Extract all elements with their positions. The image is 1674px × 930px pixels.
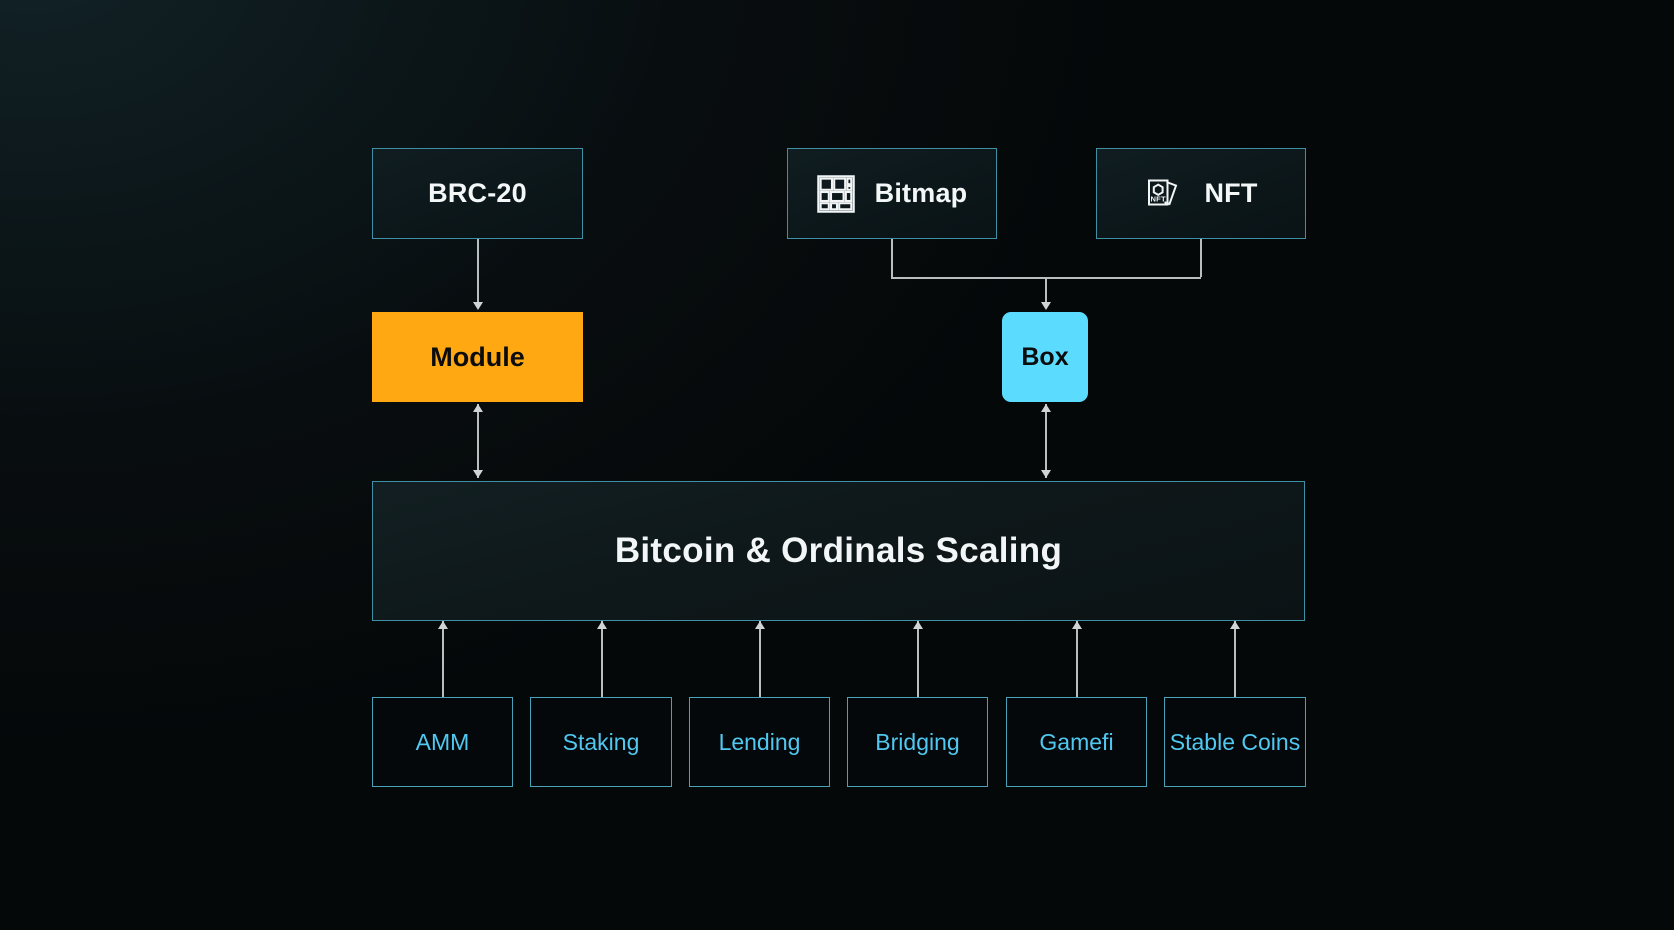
connector-gamefi-scaling <box>1076 621 1078 697</box>
connector-box-scaling <box>1045 404 1047 478</box>
arrowhead-brc20-module <box>472 302 483 310</box>
connector-nft-drop <box>1200 239 1202 277</box>
connector-lending-scaling <box>759 621 761 697</box>
arrowhead-merge-box <box>1040 302 1051 310</box>
arrowhead-box-up <box>1040 404 1051 412</box>
node-scaling-layer-label: Bitcoin & Ordinals Scaling <box>614 531 1063 570</box>
connector-merge-to-box <box>1045 277 1047 304</box>
node-module-label: Module <box>430 341 525 372</box>
node-brc20-label: BRC-20 <box>428 178 527 208</box>
node-service-bridging-label: Bridging <box>875 728 960 755</box>
arrowhead-box-down <box>1040 470 1051 478</box>
node-bitmap-label: Bitmap <box>874 178 968 208</box>
node-service-lending[interactable]: Lending <box>689 697 830 787</box>
node-service-amm-label: AMM <box>415 728 470 755</box>
bitmap-grid-icon <box>816 174 855 213</box>
connector-bitmap-drop <box>891 239 893 277</box>
node-service-gamefi[interactable]: Gamefi <box>1006 697 1147 787</box>
arrowhead-lending-up <box>754 621 765 629</box>
node-service-staking-label: Staking <box>562 728 640 755</box>
node-service-staking[interactable]: Staking <box>530 697 672 787</box>
arrowhead-bridging-up <box>912 621 923 629</box>
arrowhead-amm-up <box>437 621 448 629</box>
connector-brc20-module <box>477 239 479 304</box>
node-box[interactable]: Box <box>1002 312 1088 402</box>
node-service-stable-coins-label: Stable Coins <box>1169 728 1301 755</box>
connector-module-scaling <box>477 404 479 478</box>
connector-stablecoins-scaling <box>1234 621 1236 697</box>
node-service-stable-coins[interactable]: Stable Coins <box>1164 697 1306 787</box>
nft-cards-icon: NFT <box>1144 174 1184 214</box>
node-brc20[interactable]: BRC-20 <box>372 148 583 239</box>
node-box-label: Box <box>1021 342 1069 371</box>
nft-badge-text: NFT <box>1151 194 1167 203</box>
architecture-diagram: BRC-20 Bitmap NFT NFT Module Box Bitcoin… <box>0 0 1674 930</box>
node-service-bridging[interactable]: Bridging <box>847 697 988 787</box>
node-module[interactable]: Module <box>372 312 583 402</box>
node-service-lending-label: Lending <box>718 728 801 755</box>
arrowhead-gamefi-up <box>1071 621 1082 629</box>
node-scaling-layer[interactable]: Bitcoin & Ordinals Scaling <box>372 481 1305 621</box>
arrowhead-staking-up <box>596 621 607 629</box>
arrowhead-stablecoins-up <box>1229 621 1240 629</box>
node-service-amm[interactable]: AMM <box>372 697 513 787</box>
node-nft[interactable]: NFT NFT <box>1096 148 1306 239</box>
arrowhead-module-down <box>472 470 483 478</box>
connector-bridging-scaling <box>917 621 919 697</box>
connector-amm-scaling <box>442 621 444 697</box>
connector-staking-scaling <box>601 621 603 697</box>
node-bitmap[interactable]: Bitmap <box>787 148 997 239</box>
arrowhead-module-up <box>472 404 483 412</box>
node-service-gamefi-label: Gamefi <box>1039 728 1114 755</box>
node-nft-label: NFT <box>1204 178 1258 208</box>
